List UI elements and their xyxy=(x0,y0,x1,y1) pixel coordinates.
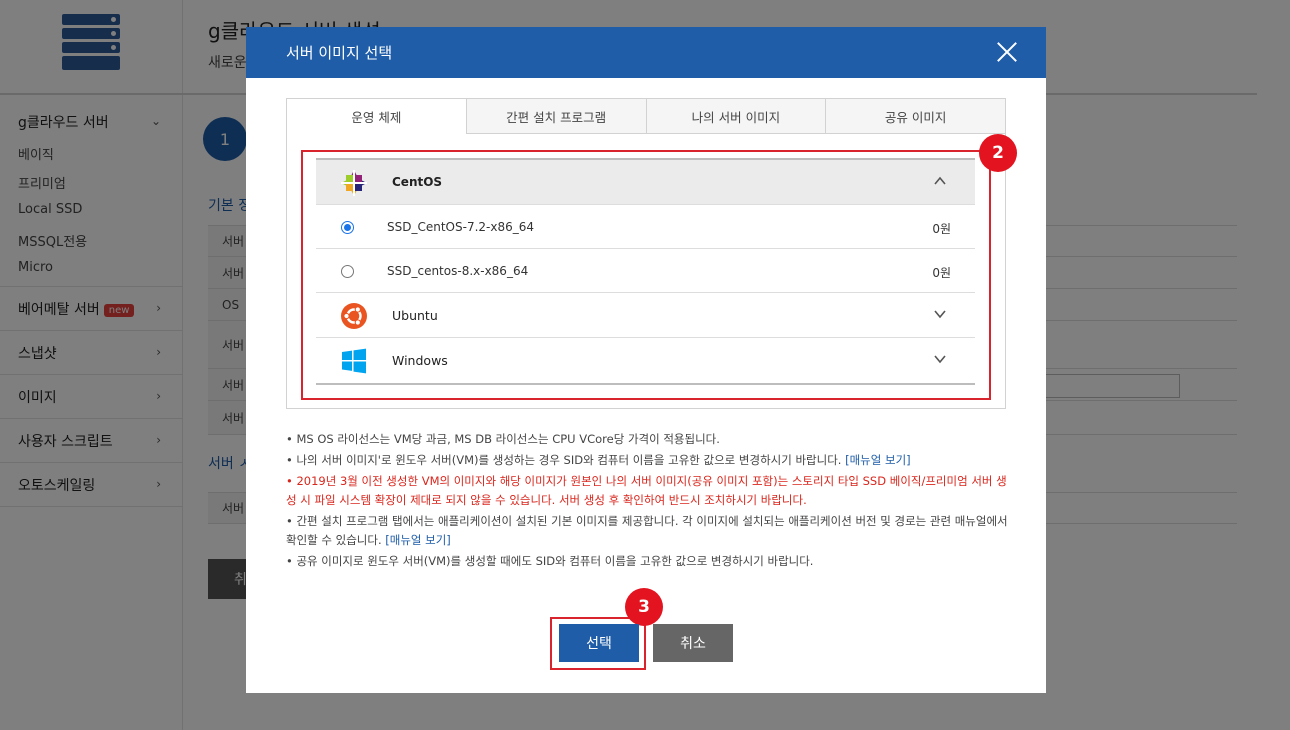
annotation-marker-3: 3 xyxy=(625,588,663,626)
tab-shared-image[interactable]: 공유 이미지 xyxy=(825,99,1005,134)
notice-item: • 나의 서버 이미지'로 윈도우 서버(VM)를 생성하는 경우 SID와 컴… xyxy=(286,453,911,467)
tab-easy-install[interactable]: 간편 설치 프로그램 xyxy=(465,99,646,134)
manual-link[interactable]: [매뉴얼 보기] xyxy=(845,453,911,467)
notice-list: • MS OS 라이선스는 VM당 과금, MS DB 라이선스는 CPU VC… xyxy=(286,430,1010,573)
annotation-highlight-list xyxy=(301,150,991,400)
modal-header: 서버 이미지 선택 xyxy=(246,27,1046,78)
tab-bar: 운영 체제 간편 설치 프로그램 나의 서버 이미지 공유 이미지 xyxy=(287,99,1005,134)
modal-title: 서버 이미지 선택 xyxy=(286,44,393,62)
notice-item: • 공유 이미지로 윈도우 서버(VM)를 생성할 때에도 SID와 컴퓨터 이… xyxy=(286,554,814,568)
manual-link[interactable]: [매뉴얼 보기] xyxy=(385,533,451,547)
tab-my-server-image[interactable]: 나의 서버 이미지 xyxy=(645,99,826,134)
notice-warning: • 2019년 3월 이전 생성한 VM의 이미지와 해당 이미지가 원본인 나… xyxy=(286,474,1007,507)
server-image-modal: 서버 이미지 선택 운영 체제 간편 설치 프로그램 나의 서버 이미지 공유 … xyxy=(246,27,1046,693)
close-icon[interactable] xyxy=(994,39,1020,65)
cancel-button[interactable]: 취소 xyxy=(653,624,733,662)
annotation-marker-2: 2 xyxy=(979,134,1017,172)
notice-item: • MS OS 라이선스는 VM당 과금, MS DB 라이선스는 CPU VC… xyxy=(286,432,720,446)
tab-os[interactable]: 운영 체제 xyxy=(287,99,466,134)
notice-item: • 간편 설치 프로그램 탭에서는 애플리케이션이 설치된 기본 이미지를 제공… xyxy=(286,514,1008,547)
select-button[interactable]: 선택 xyxy=(559,624,639,662)
